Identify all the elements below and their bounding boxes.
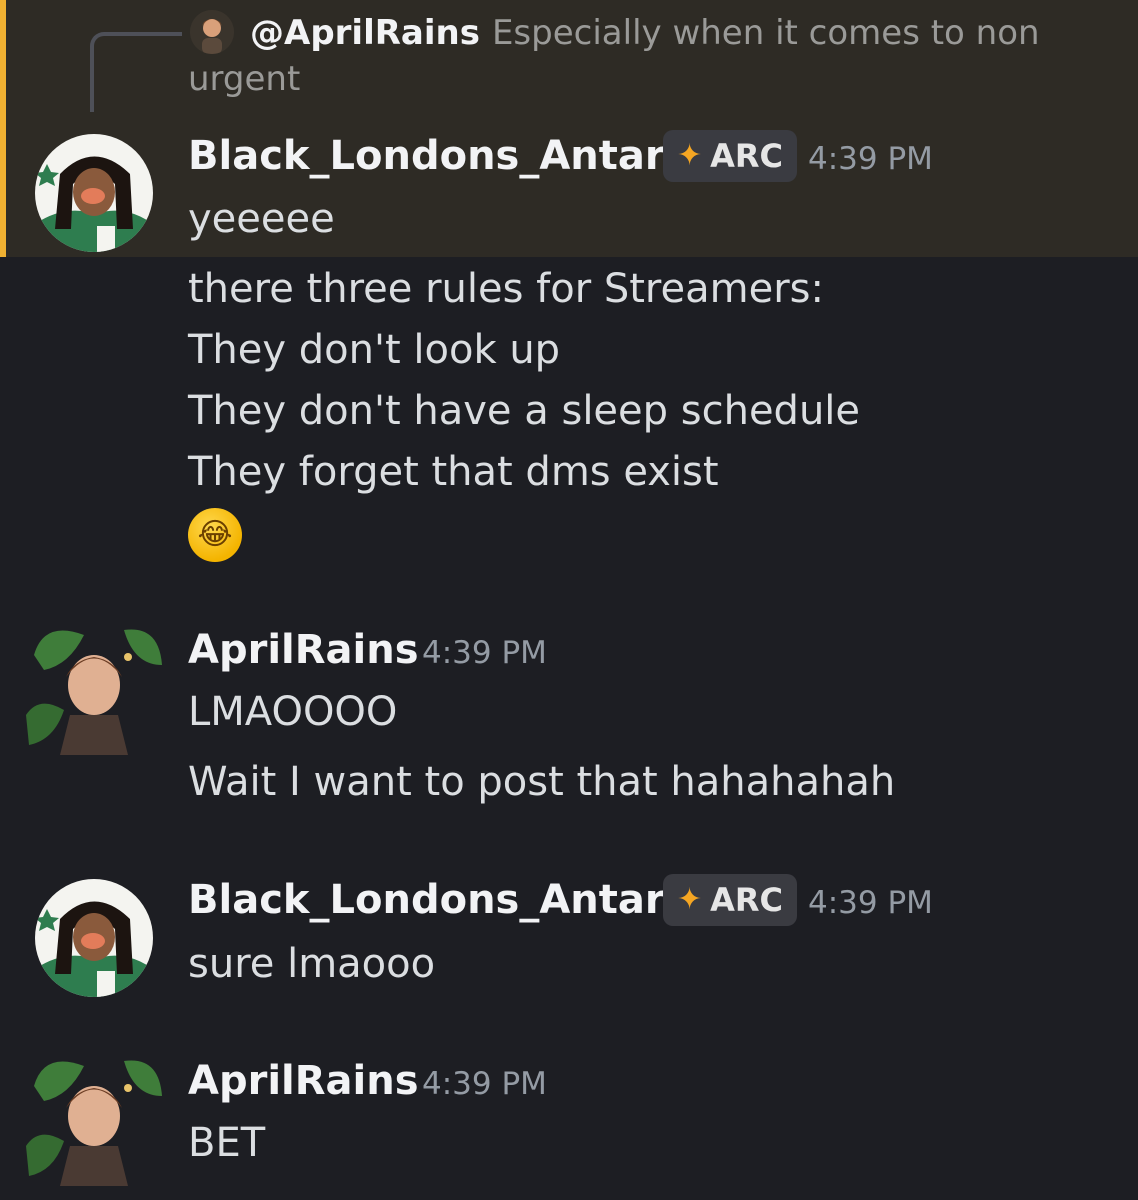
reply-preview[interactable]: @AprilRains Especially when it comes to n… <box>188 10 1068 102</box>
username[interactable]: AprilRains <box>188 624 419 676</box>
avatar-aprilrains[interactable] <box>24 1046 164 1186</box>
username[interactable]: Black_Londons_Antari <box>188 130 678 182</box>
avatar-black-londons-antari[interactable] <box>35 134 153 252</box>
timestamp: 4:39 PM <box>808 141 933 177</box>
tag-label: ARC <box>710 881 784 919</box>
timestamp: 4:39 PM <box>422 635 547 671</box>
message-line: sure lmaooo <box>188 941 436 987</box>
message-line: BET <box>188 1120 266 1166</box>
username[interactable]: Black_Londons_Antari <box>188 874 678 926</box>
clan-tag[interactable]: ✦ ARC <box>663 874 798 926</box>
message-line: They don't have a sleep schedule <box>188 388 861 434</box>
reply-username[interactable]: @AprilRains <box>250 13 480 53</box>
timestamp: 4:39 PM <box>808 885 933 921</box>
message-line: Wait I want to post that hahahahah <box>188 759 896 805</box>
clan-tag[interactable]: ✦ ARC <box>663 130 798 182</box>
username[interactable]: AprilRains <box>188 1055 419 1107</box>
avatar-black-londons-antari[interactable] <box>35 879 153 997</box>
tag-star-icon: ✦ <box>677 138 703 173</box>
tag-star-icon: ✦ <box>677 882 703 917</box>
avatar-aprilrains[interactable] <box>24 615 164 755</box>
message-line: LMAOOOO <box>188 689 398 735</box>
message-line: They don't look up <box>188 327 561 373</box>
rolling-laughing-emoji-icon[interactable]: 😂 <box>188 508 242 562</box>
tag-label: ARC <box>710 137 784 175</box>
message-line: yeeeee <box>188 196 335 242</box>
reply-connector <box>90 32 182 112</box>
message-line: there three rules for Streamers: <box>188 266 824 312</box>
message-line: They forget that dms exist <box>188 449 719 495</box>
timestamp: 4:39 PM <box>422 1066 547 1102</box>
